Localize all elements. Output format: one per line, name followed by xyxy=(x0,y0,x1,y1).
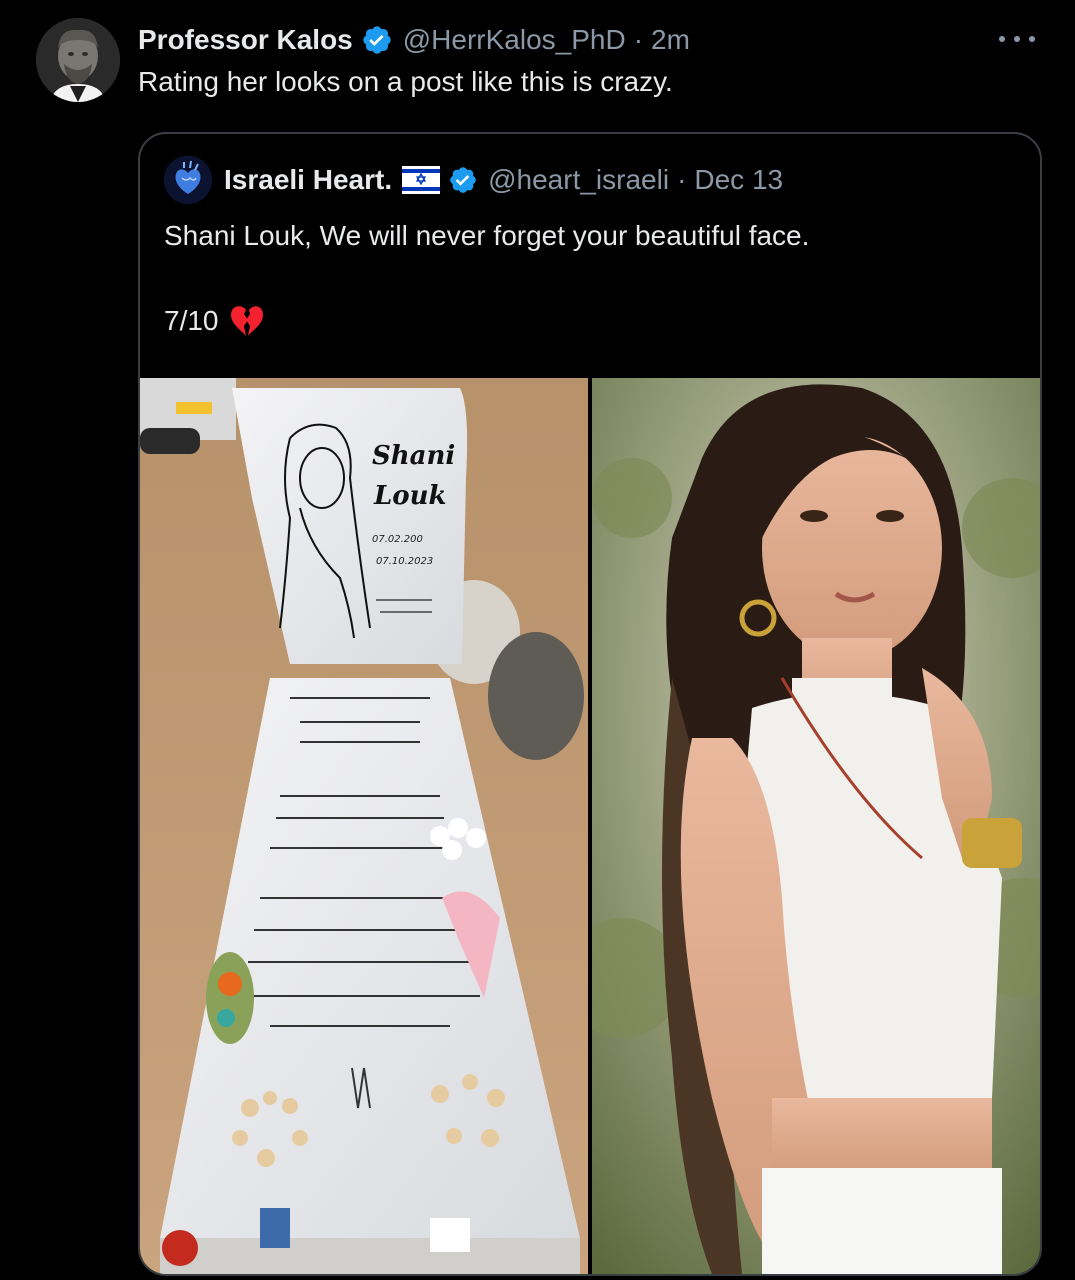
headstone-death-date: 07.10.2023 xyxy=(376,556,433,567)
separator-dot: · xyxy=(633,24,644,55)
quoted-header: Israeli Heart. @heart_israeli · Dec 13 xyxy=(164,156,783,204)
anatomical-heart-icon xyxy=(164,156,212,204)
photo-gravestone[interactable]: Shani Louk 07.02.200 07.10.2023 xyxy=(140,378,588,1274)
author-handle[interactable]: @HerrKalos_PhD xyxy=(403,24,626,56)
quoted-author-name[interactable]: Israeli Heart. xyxy=(224,164,392,196)
verified-badge-icon xyxy=(361,24,393,56)
timestamp[interactable]: 2m xyxy=(651,24,690,56)
more-options-icon[interactable] xyxy=(999,24,1035,54)
headstone-name-last: Louk xyxy=(373,481,447,511)
israel-flag-icon xyxy=(402,166,441,194)
photo-portrait[interactable] xyxy=(592,378,1040,1274)
quoted-tweet[interactable]: Israeli Heart. @heart_israeli · Dec 13 S… xyxy=(138,132,1042,1276)
quoted-rating-line: 7/10 xyxy=(164,304,265,338)
headstone-name-first: Shani xyxy=(372,441,455,471)
headstone-birth-date: 07.02.200 xyxy=(372,534,423,545)
bust-statue-avatar-icon xyxy=(36,18,120,102)
tweet[interactable]: Professor Kalos @HerrKalos_PhD · 2m Rati… xyxy=(0,0,1075,1280)
author-avatar[interactable] xyxy=(36,18,120,102)
quoted-text: Shani Louk, We will never forget your be… xyxy=(164,220,810,251)
verified-badge-icon xyxy=(448,165,478,195)
quoted-timestamp[interactable]: Dec 13 xyxy=(694,164,783,196)
rating-text: 7/10 xyxy=(164,305,219,336)
quoted-author-handle[interactable]: @heart_israeli xyxy=(488,164,669,196)
broken-heart-icon xyxy=(230,306,263,336)
tweet-text: Rating her looks on a post like this is … xyxy=(138,66,673,97)
separator-dot: · xyxy=(677,164,687,195)
tweet-header: Professor Kalos @HerrKalos_PhD · 2m xyxy=(138,20,690,60)
quoted-avatar[interactable] xyxy=(164,156,212,204)
media-grid: Shani Louk 07.02.200 07.10.2023 xyxy=(140,378,1040,1274)
author-name[interactable]: Professor Kalos xyxy=(138,24,353,56)
